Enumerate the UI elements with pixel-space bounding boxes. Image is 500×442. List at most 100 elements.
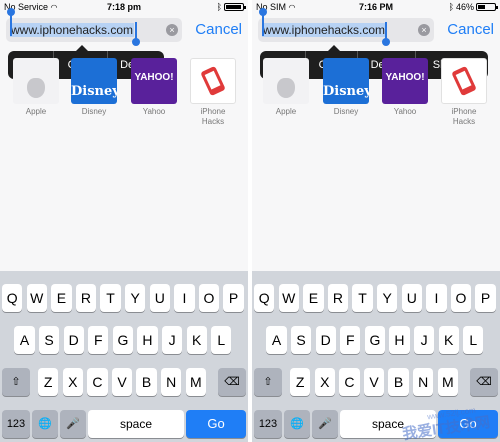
key-x[interactable]: X xyxy=(314,368,335,396)
favorite-disney[interactable]: Disney Disney xyxy=(322,58,370,117)
battery-icon xyxy=(224,3,246,11)
key-d[interactable]: D xyxy=(63,326,84,354)
key-d[interactable]: D xyxy=(315,326,336,354)
selection-start-handle[interactable] xyxy=(7,8,15,36)
key-j[interactable]: J xyxy=(161,326,183,354)
status-right: ᛒ xyxy=(217,2,246,12)
clear-text-icon[interactable]: × xyxy=(418,24,430,36)
key-e[interactable]: E xyxy=(303,284,324,312)
selection-end-handle[interactable] xyxy=(132,22,140,46)
key-l[interactable]: L xyxy=(211,326,232,354)
key-h[interactable]: H xyxy=(137,326,158,354)
key-l[interactable]: L xyxy=(463,326,484,354)
key-b[interactable]: B xyxy=(388,368,409,396)
key-a[interactable]: A xyxy=(266,326,287,354)
key-i[interactable]: I xyxy=(174,284,195,312)
key-c[interactable]: C xyxy=(339,368,360,396)
space-key[interactable]: space xyxy=(88,410,184,438)
battery-percentage: 46% xyxy=(455,2,474,12)
key-u[interactable]: U xyxy=(401,284,422,312)
globe-icon[interactable]: 🌐 xyxy=(32,410,58,438)
disney-logo: Disney xyxy=(71,58,117,104)
favorite-apple[interactable]: Apple xyxy=(12,58,60,117)
right-screenshot: No SIM ◠ 7:16 PM ᛒ 46% www.iphonehacks.c… xyxy=(252,0,500,442)
favorite-label: iPhone Hacks xyxy=(451,107,477,126)
key-y[interactable]: Y xyxy=(125,284,146,312)
key-m[interactable]: M xyxy=(185,368,206,396)
url-text-selected[interactable]: www.iphonehacks.com xyxy=(262,23,387,37)
key-p[interactable]: P xyxy=(475,284,496,312)
key-w[interactable]: W xyxy=(26,284,47,312)
key-p[interactable]: P xyxy=(223,284,244,312)
url-field[interactable]: www.iphonehacks.com × xyxy=(258,18,434,42)
key-x[interactable]: X xyxy=(62,368,83,396)
apple-icon xyxy=(263,58,309,104)
shift-icon[interactable]: ⇧ xyxy=(2,368,30,396)
key-z[interactable]: Z xyxy=(290,368,311,396)
key-s[interactable]: S xyxy=(38,326,60,354)
bluetooth-icon: ᛒ xyxy=(448,2,454,12)
key-g[interactable]: G xyxy=(364,326,386,354)
key-c[interactable]: C xyxy=(87,368,108,396)
favorite-yahoo[interactable]: YAHOO! Yahoo xyxy=(381,58,429,117)
key-n[interactable]: N xyxy=(161,368,182,396)
status-bar: No Service ◠ 7:18 pm ᛒ xyxy=(0,0,248,16)
key-i[interactable]: I xyxy=(426,284,447,312)
microphone-icon[interactable]: 🎤 xyxy=(312,410,338,438)
yahoo-logo: YAHOO! xyxy=(131,58,177,104)
key-o[interactable]: O xyxy=(198,284,220,312)
favorite-iphonehacks[interactable]: iPhone Hacks xyxy=(189,58,237,127)
key-o[interactable]: O xyxy=(450,284,472,312)
key-k[interactable]: K xyxy=(186,326,207,354)
key-j[interactable]: J xyxy=(413,326,435,354)
key-v[interactable]: V xyxy=(363,368,385,396)
key-r[interactable]: R xyxy=(327,284,349,312)
microphone-icon[interactable]: 🎤 xyxy=(60,410,86,438)
key-v[interactable]: V xyxy=(111,368,133,396)
favorite-iphonehacks[interactable]: iPhone Hacks xyxy=(440,58,488,127)
globe-icon[interactable]: 🌐 xyxy=(284,410,310,438)
apple-icon xyxy=(13,58,59,104)
key-f[interactable]: F xyxy=(340,326,361,354)
key-t[interactable]: T xyxy=(352,284,373,312)
clock: 7:18 pm xyxy=(106,2,141,12)
clear-text-icon[interactable]: × xyxy=(166,24,178,36)
go-button[interactable]: Go xyxy=(186,410,246,438)
favorite-label: Yahoo xyxy=(393,107,417,116)
key-a[interactable]: A xyxy=(14,326,35,354)
url-field[interactable]: www.iphonehacks.com × xyxy=(6,18,182,42)
key-r[interactable]: R xyxy=(75,284,97,312)
key-g[interactable]: G xyxy=(112,326,134,354)
key-k[interactable]: K xyxy=(438,326,459,354)
key-h[interactable]: H xyxy=(389,326,410,354)
delete-icon[interactable]: ⌫ xyxy=(218,368,246,396)
key-z[interactable]: Z xyxy=(38,368,59,396)
selection-start-handle[interactable] xyxy=(259,8,267,36)
favorite-apple[interactable]: Apple xyxy=(262,58,310,117)
selection-end-handle[interactable] xyxy=(382,22,390,46)
key-n[interactable]: N xyxy=(413,368,434,396)
status-bar: No SIM ◠ 7:16 PM ᛒ 46% xyxy=(252,0,500,16)
key-s[interactable]: S xyxy=(290,326,312,354)
key-e[interactable]: E xyxy=(51,284,72,312)
key-q[interactable]: Q xyxy=(254,284,275,312)
cancel-button[interactable]: Cancel xyxy=(195,21,242,38)
shift-icon[interactable]: ⇧ xyxy=(254,368,282,396)
key-m[interactable]: M xyxy=(437,368,458,396)
key-b[interactable]: B xyxy=(136,368,157,396)
key-y[interactable]: Y xyxy=(377,284,398,312)
key-u[interactable]: U xyxy=(149,284,170,312)
favorite-label: Yahoo xyxy=(142,107,166,116)
key-w[interactable]: W xyxy=(278,284,299,312)
key-f[interactable]: F xyxy=(88,326,109,354)
favorite-disney[interactable]: Disney Disney xyxy=(70,58,118,117)
key-q[interactable]: Q xyxy=(2,284,23,312)
numbers-key[interactable]: 123 xyxy=(2,410,30,438)
url-text-selected[interactable]: www.iphonehacks.com xyxy=(10,23,135,37)
keyboard: Q W E R T Y U I O P A S D F G H J K L ⇧ Z X C V B N M ⌫ 123 🌐 🎤 space Go xyxy=(0,271,248,442)
delete-icon[interactable]: ⌫ xyxy=(470,368,498,396)
cancel-button[interactable]: Cancel xyxy=(447,21,494,38)
favorite-yahoo[interactable]: YAHOO! Yahoo xyxy=(130,58,178,117)
key-t[interactable]: T xyxy=(100,284,121,312)
numbers-key[interactable]: 123 xyxy=(254,410,282,438)
